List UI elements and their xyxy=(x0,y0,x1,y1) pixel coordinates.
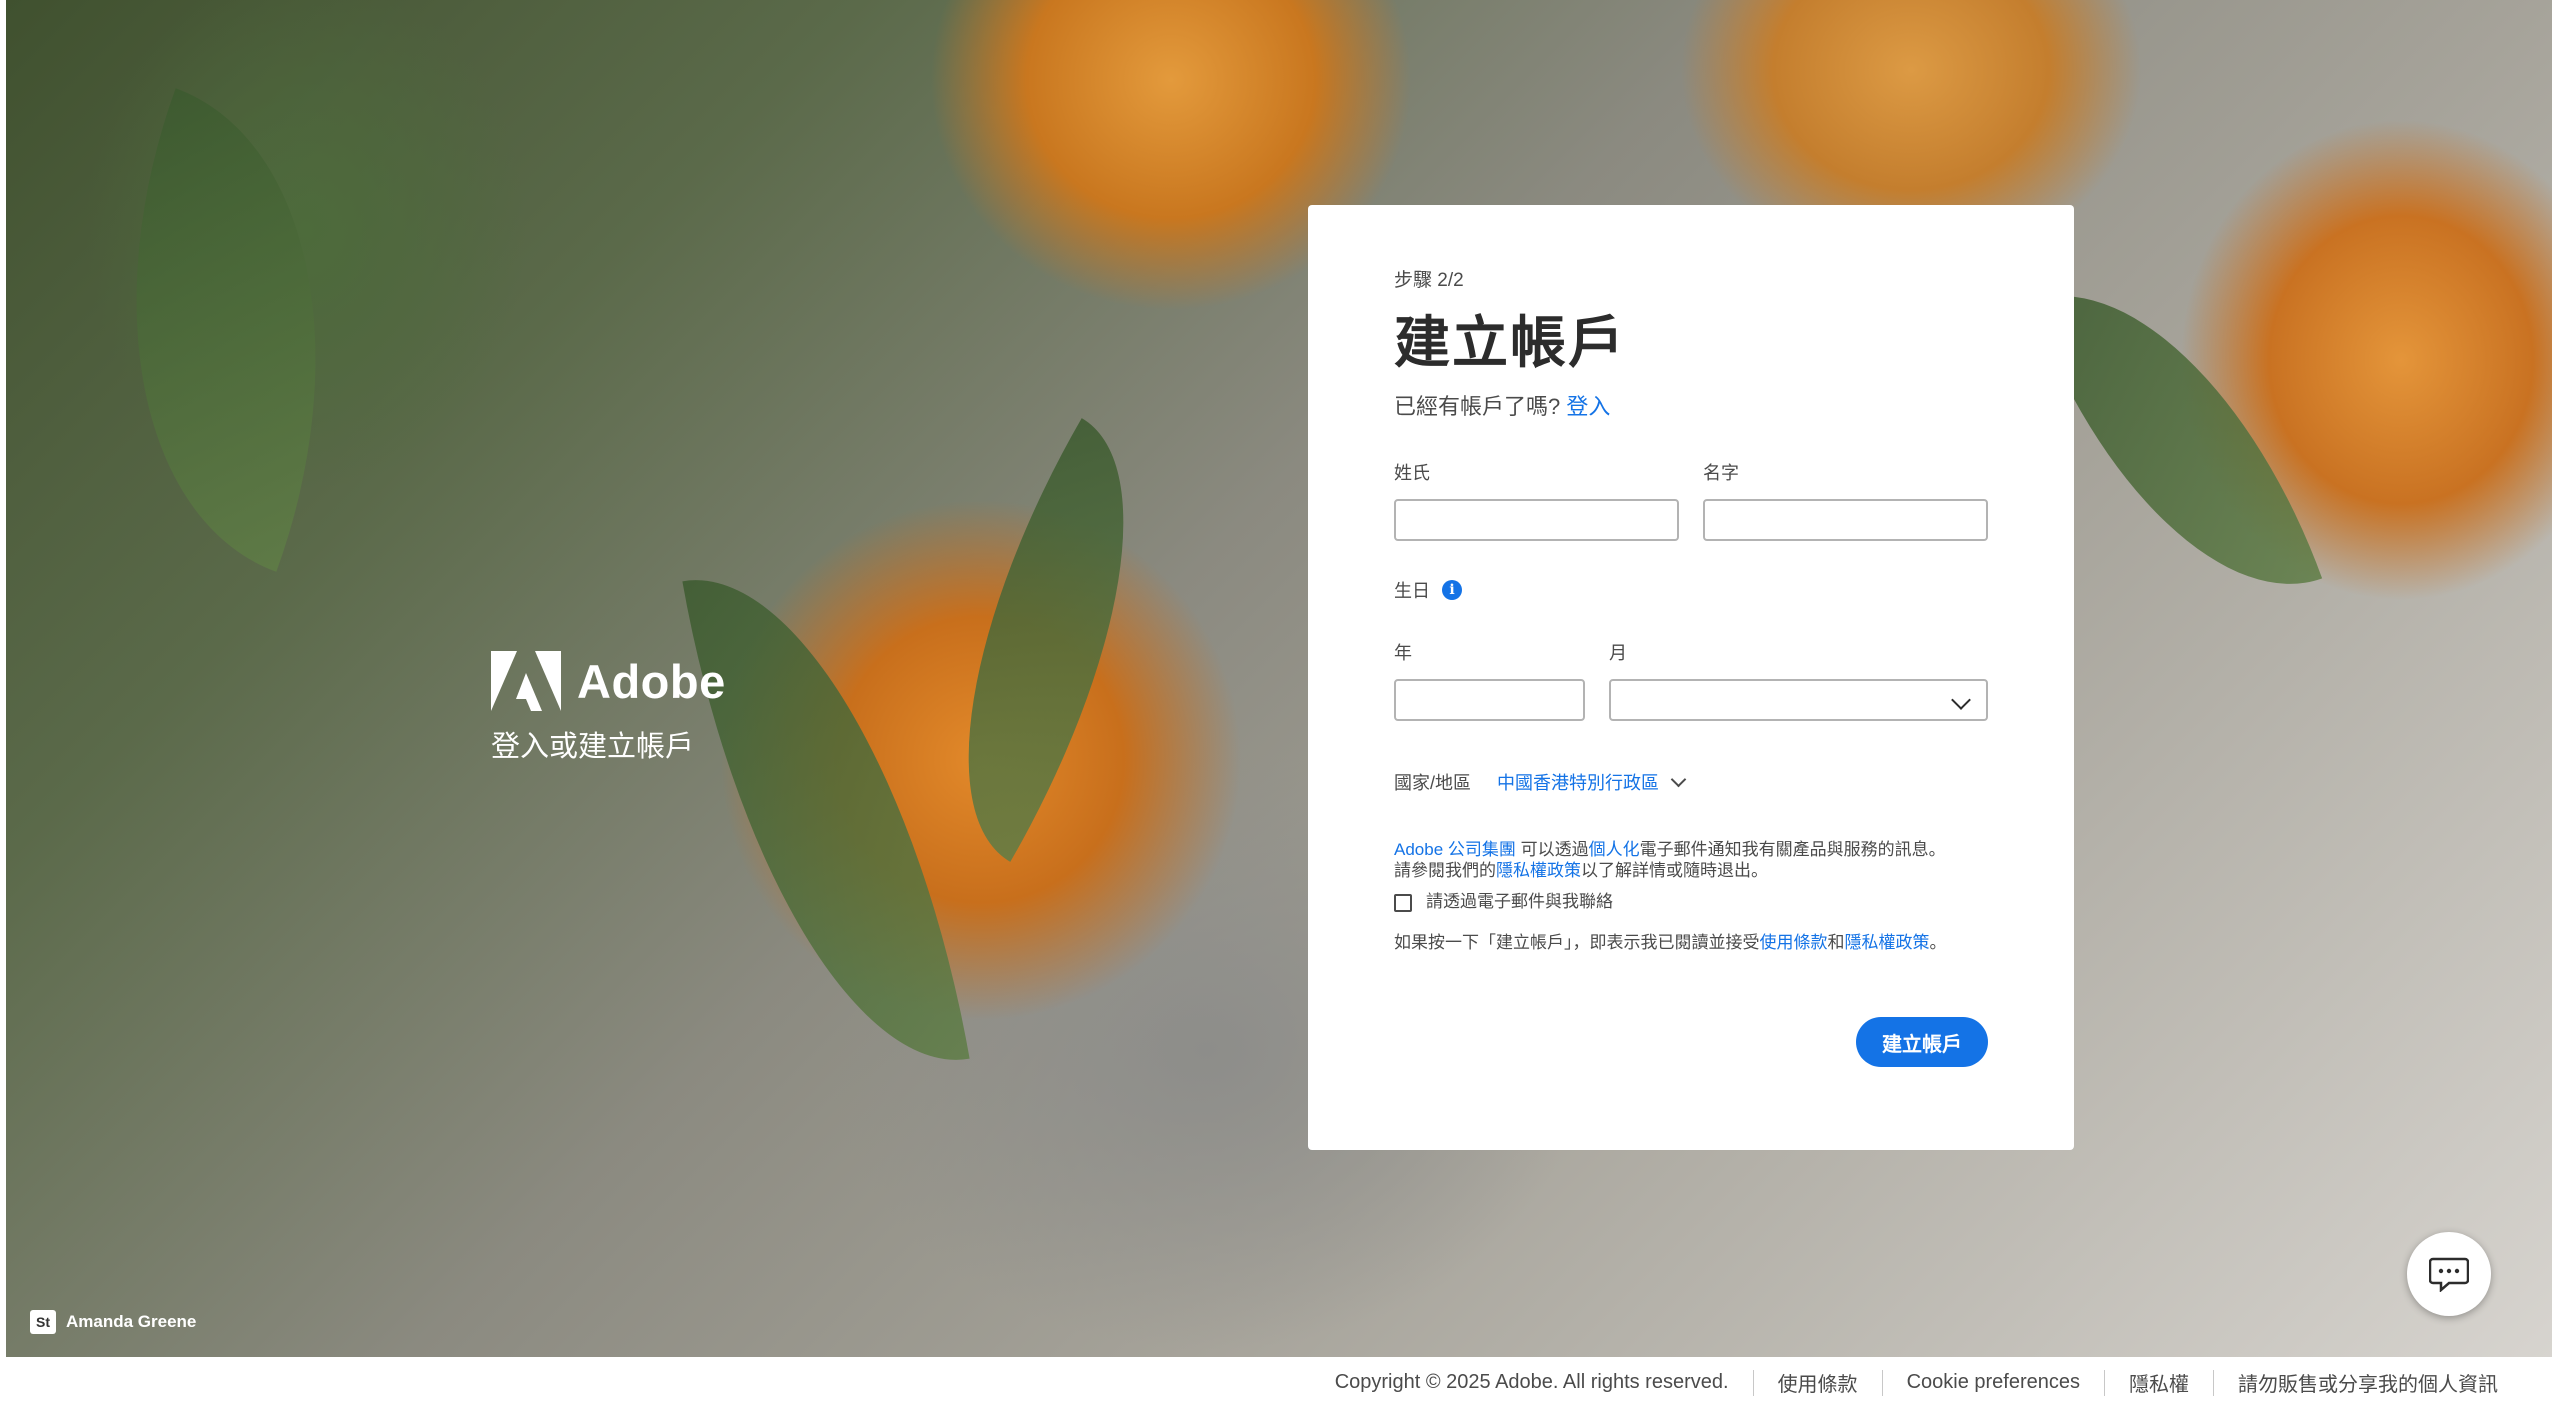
chevron-down-icon xyxy=(1951,690,1971,710)
adobe-logo-icon xyxy=(491,651,561,711)
brand-tagline: 登入或建立帳戶 xyxy=(491,731,695,763)
notice-text: 可以透過 xyxy=(1515,840,1589,859)
photo-credit-name: Amanda Greene xyxy=(66,1312,197,1331)
chevron-down-icon xyxy=(1670,771,1687,787)
country-select[interactable]: 中國香港特別行政區 xyxy=(1497,769,1687,795)
page-title: 建立帳戶 xyxy=(1394,311,1626,374)
marketing-notice: Adobe 公司集團 可以透過個人化電子郵件通知我有關產品與服務的訊息。 請參閱… xyxy=(1394,839,1988,881)
first-name-label: 名字 xyxy=(1703,463,1739,483)
footer: Copyright © 2025 Adobe. All rights reser… xyxy=(6,1357,2552,1408)
last-name-label: 姓氏 xyxy=(1394,463,1430,483)
sign-in-link[interactable]: 登入 xyxy=(1566,394,1610,419)
terms-text: 。 xyxy=(1929,933,1947,952)
footer-do-not-sell-link[interactable]: 請勿販售或分享我的個人資訊 xyxy=(2214,1368,2522,1397)
notice-text: 電子郵件通知我有關產品與服務的訊息。 xyxy=(1639,840,1946,859)
footer-cookie-link[interactable]: Cookie preferences xyxy=(1883,1371,2104,1394)
step-indicator: 步驟 2/2 xyxy=(1394,270,1464,291)
country-row: 國家/地區 中國香港特別行政區 xyxy=(1394,769,1988,795)
email-consent[interactable]: 請透過電子郵件與我聯絡 xyxy=(1394,887,1988,912)
copyright-text: Copyright © 2025 Adobe. All rights reser… xyxy=(1334,1371,1729,1393)
create-account-button[interactable]: 建立帳戶 xyxy=(1856,1017,1988,1067)
privacy-policy-link[interactable]: 隱私權政策 xyxy=(1845,933,1930,952)
month-label: 月 xyxy=(1609,643,1627,663)
photo-credit: St Amanda Greene xyxy=(30,1310,196,1334)
leaf-decoration xyxy=(32,88,420,572)
first-name-input[interactable] xyxy=(1703,499,1988,541)
month-select[interactable] xyxy=(1609,679,1988,721)
terms-notice: 如果按一下「建立帳戶」，即表示我已閱讀並接受使用條款和隱私權政策。 xyxy=(1394,928,1988,953)
country-label: 國家/地區 xyxy=(1394,773,1472,793)
chat-bubble-icon xyxy=(2429,1257,2469,1292)
already-have-account-text: 已經有帳戶了嗎? xyxy=(1394,394,1561,419)
year-label: 年 xyxy=(1394,643,1412,663)
email-consent-label: 請透過電子郵件與我聯絡 xyxy=(1426,892,1613,911)
chat-button[interactable] xyxy=(2407,1232,2491,1316)
info-icon[interactable]: i xyxy=(1442,580,1462,600)
stock-badge-icon: St xyxy=(30,1310,56,1334)
personalized-link[interactable]: 個人化 xyxy=(1589,840,1640,859)
terms-text: 如果按一下「建立帳戶」，即表示我已閱讀並接受 xyxy=(1394,933,1760,952)
notice-text: 以了解詳情或隨時退出。 xyxy=(1581,861,1768,880)
birthday-label: 生日 xyxy=(1394,581,1430,601)
terms-of-use-link[interactable]: 使用條款 xyxy=(1760,933,1828,952)
background-photo: Adobe 登入或建立帳戶 St Amanda Greene xyxy=(6,0,2552,1357)
leaf-decoration xyxy=(682,546,970,1094)
brand-block: Adobe 登入或建立帳戶 xyxy=(491,651,726,765)
email-consent-checkbox[interactable] xyxy=(1394,893,1412,912)
notice-text: 請參閱我們的 xyxy=(1394,861,1496,880)
year-input[interactable] xyxy=(1394,679,1585,721)
country-value: 中國香港特別行政區 xyxy=(1497,773,1660,793)
leaf-decoration xyxy=(871,418,1221,862)
brand-name: Adobe xyxy=(577,654,726,708)
already-have-account: 已經有帳戶了嗎? 登入 xyxy=(1394,389,1988,421)
last-name-input[interactable] xyxy=(1394,499,1679,541)
privacy-policy-link[interactable]: 隱私權政策 xyxy=(1496,861,1581,880)
company-group-link[interactable]: Adobe 公司集團 xyxy=(1394,840,1516,859)
terms-text: 和 xyxy=(1827,933,1845,952)
footer-terms-link[interactable]: 使用條款 xyxy=(1754,1368,1882,1397)
footer-privacy-link[interactable]: 隱私權 xyxy=(2105,1368,2213,1397)
create-account-card: 步驟 2/2 建立帳戶 已經有帳戶了嗎? 登入 姓氏 名字 生日 i 年 月 國… xyxy=(1308,205,2074,1150)
